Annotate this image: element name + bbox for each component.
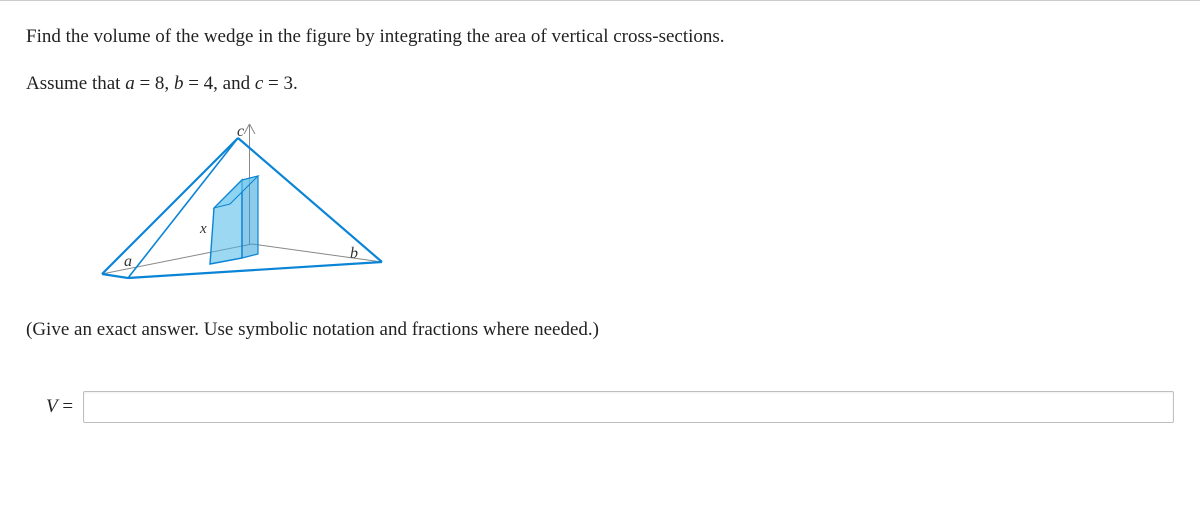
c-eq: = 3. [263,73,297,94]
figure-label-a: a [124,253,132,270]
figure-label-x: x [199,221,207,237]
figure-label-c: c [237,123,244,140]
answer-var: V [46,396,58,417]
problem-text-1: Find the volume of the wedge in the figu… [26,26,725,47]
figure-label-b: b [350,245,358,262]
answer-row: V = [26,391,1174,423]
wedge-svg: a b c x [92,116,402,296]
problem-line-2: Assume that a = 8, b = 4, and c = 3. [26,70,1174,99]
assume-pre: Assume that [26,73,125,94]
var-a: a [125,73,135,94]
problem-frame: Find the volume of the wedge in the figu… [0,1,1200,463]
instruction-line: (Give an exact answer. Use symbolic nota… [26,316,1174,345]
var-b: b [174,73,184,94]
answer-input[interactable] [83,391,1174,423]
instruction-text: (Give an exact answer. Use symbolic nota… [26,319,599,340]
answer-label: V = [26,396,73,418]
a-eq: = 8, [135,73,174,94]
b-eq: = 4, and [183,73,254,94]
problem-line-1: Find the volume of the wedge in the figu… [26,23,1174,52]
answer-eq: = [58,396,73,417]
wedge-figure: a b c x [92,116,1174,302]
